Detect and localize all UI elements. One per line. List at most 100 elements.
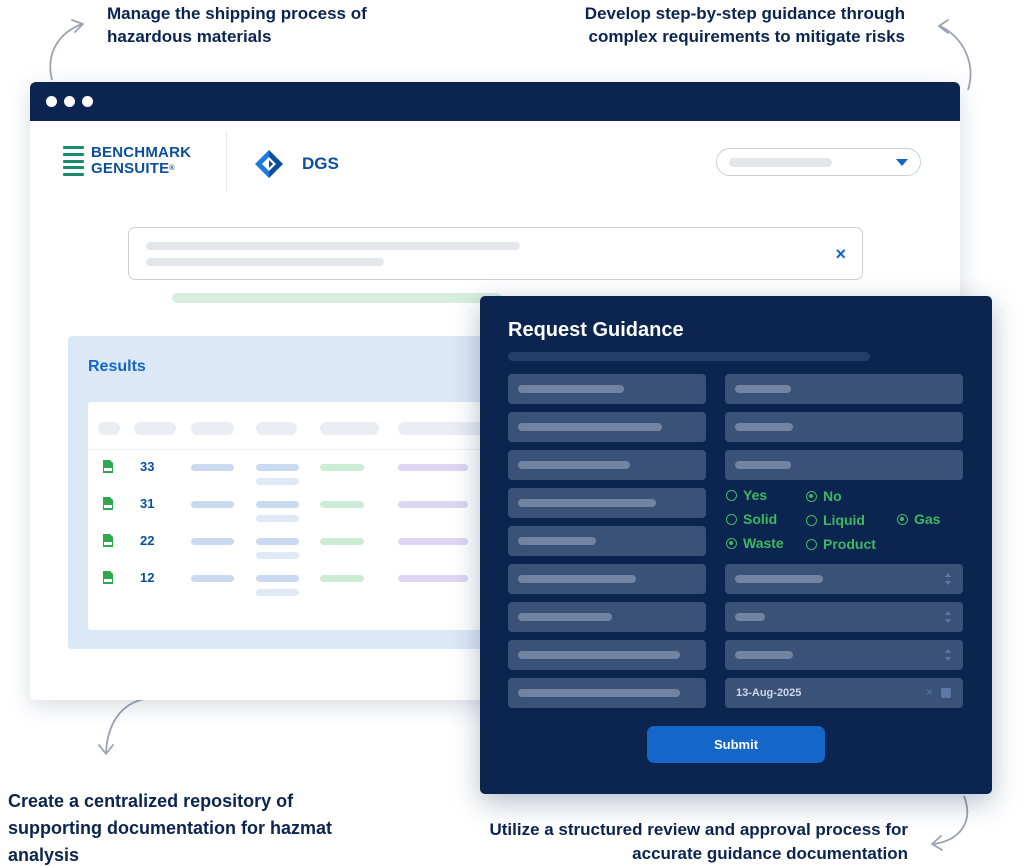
cell-placeholder: [398, 575, 468, 582]
header-dropdown[interactable]: [716, 148, 921, 176]
cell-placeholder: [191, 501, 234, 508]
progress-bar: [172, 293, 502, 303]
cell-placeholder: [256, 575, 299, 582]
column-header[interactable]: [256, 422, 297, 435]
submit-button[interactable]: Submit: [647, 726, 825, 763]
results-table: 33 31 22 12: [88, 402, 518, 630]
cell-placeholder: [320, 464, 364, 471]
results-title: Results: [88, 358, 146, 375]
radio-waste[interactable]: Waste: [726, 535, 784, 551]
form-field[interactable]: [508, 564, 706, 594]
radio-off-icon: [726, 489, 737, 501]
column-header[interactable]: [320, 422, 379, 435]
caption-review-approval: Utilize a structured review and approval…: [489, 820, 908, 863]
select-arrows-icon: [945, 611, 951, 623]
window-titlebar: [30, 82, 960, 121]
form-field[interactable]: [508, 526, 706, 556]
cell-placeholder: [256, 515, 299, 522]
close-icon[interactable]: ×: [835, 244, 846, 265]
column-header[interactable]: [98, 422, 120, 435]
form-field[interactable]: [508, 488, 706, 518]
chevron-down-icon: [896, 158, 908, 166]
date-value: 13-Aug-2025: [736, 687, 802, 699]
form-field[interactable]: [725, 374, 963, 404]
radio-solid[interactable]: Solid: [726, 511, 777, 527]
form-field[interactable]: [725, 412, 963, 442]
header-divider: [226, 132, 227, 192]
cell-placeholder: [320, 538, 364, 545]
column-header[interactable]: [134, 422, 176, 435]
dgs-diamond-icon: [255, 150, 283, 178]
form-field[interactable]: [508, 374, 706, 404]
table-row[interactable]: 12: [88, 570, 518, 601]
panel-title: Request Guidance: [508, 319, 684, 341]
pdf-file-icon[interactable]: [103, 460, 113, 473]
form-field[interactable]: [725, 450, 963, 480]
search-placeholder-line: [146, 258, 384, 266]
window-dot-icon[interactable]: [64, 96, 75, 107]
window-dot-icon[interactable]: [82, 96, 93, 107]
window-dot-icon[interactable]: [46, 96, 57, 107]
dgs-title: DGS: [302, 154, 339, 173]
radio-gas[interactable]: Gas: [897, 511, 940, 527]
form-field[interactable]: [508, 640, 706, 670]
caption-central-repository: Create a centralized repository of suppo…: [8, 791, 332, 865]
column-header[interactable]: [398, 422, 488, 435]
row-count: 31: [140, 496, 155, 511]
table-row[interactable]: 22: [88, 533, 518, 564]
radio-on-icon: [806, 490, 817, 502]
form-field[interactable]: [508, 602, 706, 632]
clear-date-icon[interactable]: ×: [926, 685, 933, 699]
radio-yes[interactable]: Yes: [726, 487, 767, 503]
cell-placeholder: [398, 538, 468, 545]
benchmark-gensuite-logo[interactable]: BENCHMARK GENSUITE®: [63, 145, 191, 177]
cell-placeholder: [256, 464, 299, 471]
curved-arrow-icon: [98, 697, 153, 755]
pdf-file-icon[interactable]: [103, 571, 113, 584]
cell-placeholder: [256, 538, 299, 545]
curved-arrow-icon: [931, 795, 969, 851]
pdf-file-icon[interactable]: [103, 497, 113, 510]
radio-product[interactable]: Product: [806, 536, 876, 552]
date-field[interactable]: 13-Aug-2025 ×: [725, 678, 963, 708]
table-row[interactable]: 31: [88, 496, 518, 527]
table-row[interactable]: 33: [88, 459, 518, 490]
row-count: 22: [140, 533, 155, 548]
cell-placeholder: [191, 538, 234, 545]
select-field[interactable]: [725, 564, 963, 594]
results-panel: Results 33 31 22 12: [68, 336, 518, 649]
radio-on-icon: [726, 537, 737, 549]
dropdown-placeholder: [729, 157, 832, 167]
cell-placeholder: [191, 575, 234, 582]
header-divider: [88, 449, 518, 450]
brand-line1: BENCHMARK: [91, 144, 192, 161]
form-field[interactable]: [508, 412, 706, 442]
radio-no[interactable]: No: [806, 488, 842, 504]
pdf-file-icon[interactable]: [103, 534, 113, 547]
row-count: 33: [140, 459, 155, 474]
caption-manage-shipping: Manage the shipping process of hazardous…: [107, 4, 367, 46]
registered-mark: ®: [169, 165, 175, 172]
column-header[interactable]: [191, 422, 234, 435]
select-field[interactable]: [725, 640, 963, 670]
select-arrows-icon: [945, 573, 951, 585]
row-count: 12: [140, 570, 155, 585]
radio-off-icon: [806, 514, 817, 526]
caption-step-by-step-guidance: Develop step-by-step guidance through co…: [584, 4, 905, 46]
form-field[interactable]: [508, 450, 706, 480]
search-placeholder-line: [146, 242, 520, 250]
cell-placeholder: [320, 501, 364, 508]
radio-liquid[interactable]: Liquid: [806, 512, 865, 528]
dgs-app-label[interactable]: DGS: [254, 149, 339, 179]
request-guidance-panel: Request Guidance Yes No Solid Liquid Gas…: [480, 296, 992, 794]
cell-placeholder: [191, 464, 234, 471]
cell-placeholder: [398, 501, 468, 508]
select-field[interactable]: [725, 602, 963, 632]
curved-arrow-icon: [49, 19, 84, 81]
form-field[interactable]: [508, 678, 706, 708]
cell-placeholder: [320, 575, 364, 582]
calendar-icon[interactable]: [941, 688, 951, 698]
brand-line2: GENSUITE: [91, 160, 170, 177]
search-input[interactable]: ×: [128, 227, 863, 280]
cell-placeholder: [256, 501, 299, 508]
